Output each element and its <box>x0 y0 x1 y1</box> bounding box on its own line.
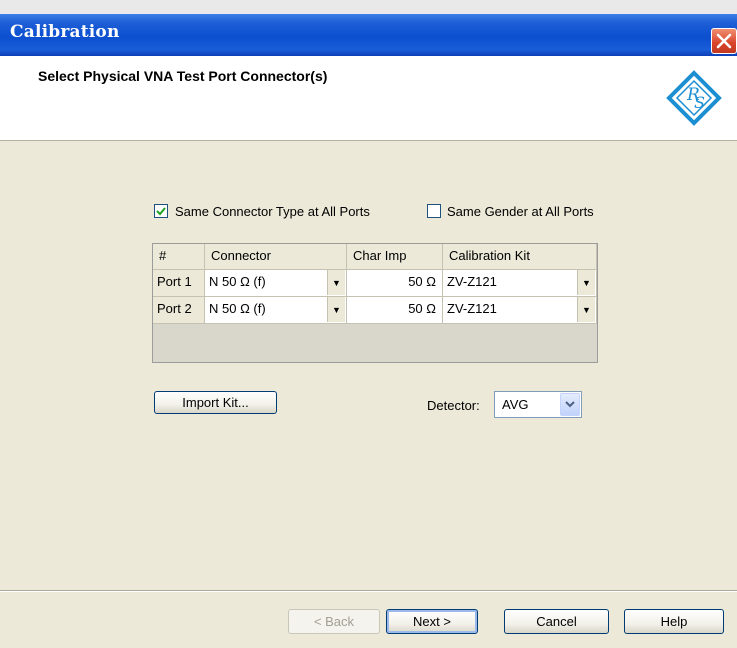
same-gender-label[interactable]: Same Gender at All Ports <box>447 204 594 219</box>
cal-kit-dropdown-port1[interactable]: ZV-Z121 ▼ <box>443 270 597 297</box>
cal-kit-value-port1: ZV-Z121 <box>447 274 497 289</box>
import-kit-button[interactable]: Import Kit... <box>154 391 277 414</box>
page-title: Select Physical VNA Test Port Connector(… <box>38 68 328 84</box>
table-row-header-port2: Port 2 <box>153 297 205 324</box>
chevron-down-icon[interactable]: ▼ <box>577 270 595 295</box>
detector-dropdown-button[interactable] <box>560 393 580 416</box>
close-button[interactable] <box>711 28 737 54</box>
char-imp-value-port2: 50 Ω <box>408 301 436 316</box>
column-header-connector: Connector <box>205 244 347 270</box>
column-header-char-imp: Char Imp <box>347 244 443 270</box>
cancel-button[interactable]: Cancel <box>504 609 609 634</box>
char-imp-port1: 50 Ω <box>347 270 443 297</box>
title-bar[interactable]: Calibration <box>0 14 737 56</box>
back-button[interactable]: < Back <box>288 609 380 634</box>
table-row-header-port1: Port 1 <box>153 270 205 297</box>
detector-label: Detector: <box>427 398 480 413</box>
cal-kit-value-port2: ZV-Z121 <box>447 301 497 316</box>
background-strip <box>0 0 737 14</box>
help-button[interactable]: Help <box>624 609 724 634</box>
close-icon <box>716 33 732 49</box>
connector-value-port2: N 50 Ω (f) <box>209 301 266 316</box>
cal-kit-dropdown-port2[interactable]: ZV-Z121 ▼ <box>443 297 597 324</box>
chevron-down-icon[interactable]: ▼ <box>327 297 345 322</box>
connector-table: # Connector Char Imp Calibration Kit Por… <box>152 243 598 363</box>
connector-value-port1: N 50 Ω (f) <box>209 274 266 289</box>
svg-text:S: S <box>694 93 705 112</box>
connector-dropdown-port1[interactable]: N 50 Ω (f) ▼ <box>205 270 347 297</box>
same-connector-checkbox[interactable] <box>154 204 168 218</box>
char-imp-value-port1: 50 Ω <box>408 274 436 289</box>
chevron-down-icon[interactable]: ▼ <box>577 297 595 322</box>
same-gender-checkbox[interactable] <box>427 204 441 218</box>
detector-value: AVG <box>502 397 529 412</box>
chevron-down-icon <box>565 401 575 408</box>
next-button[interactable]: Next > <box>386 609 478 634</box>
calibration-dialog: Calibration Select Physical VNA Test Por… <box>0 0 737 648</box>
checkmark-icon <box>156 207 166 216</box>
detector-select[interactable]: AVG <box>494 391 582 418</box>
chevron-down-icon[interactable]: ▼ <box>327 270 345 295</box>
footer-divider <box>0 590 737 592</box>
column-header-cal-kit: Calibration Kit <box>443 244 597 270</box>
header-panel: Select Physical VNA Test Port Connector(… <box>0 56 737 141</box>
rs-logo-icon: R S <box>666 70 722 126</box>
same-connector-label[interactable]: Same Connector Type at All Ports <box>175 204 370 219</box>
char-imp-port2: 50 Ω <box>347 297 443 324</box>
column-header-number: # <box>153 244 205 270</box>
connector-dropdown-port2[interactable]: N 50 Ω (f) ▼ <box>205 297 347 324</box>
window-title: Calibration <box>10 22 120 42</box>
